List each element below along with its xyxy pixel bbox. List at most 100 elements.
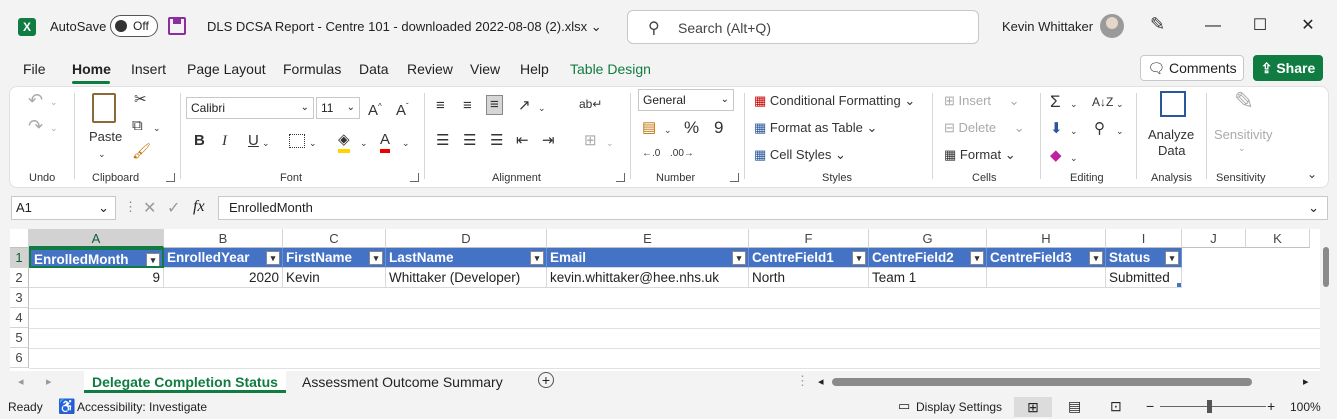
chevron-down-icon[interactable]: ⌄ — [153, 119, 161, 137]
chevron-down-icon[interactable]: ⌄ — [1070, 95, 1078, 113]
insert-function-icon[interactable]: fx — [193, 198, 205, 216]
name-box[interactable]: A1 ⌄ — [11, 196, 116, 220]
alignment-launcher-icon[interactable] — [616, 173, 625, 182]
column-header-h[interactable]: H — [987, 229, 1106, 248]
chevron-down-icon[interactable]: ⌄ — [664, 121, 672, 139]
table-header-cell[interactable]: CentreField3 ▾ — [987, 248, 1106, 268]
font-size-select[interactable]: 11 ⌄ — [316, 97, 360, 119]
share-button[interactable]: ⇪ Share — [1253, 55, 1323, 81]
clipboard-launcher-icon[interactable] — [166, 173, 175, 182]
chevron-down-icon[interactable]: ⌄ — [360, 134, 368, 152]
table-cell[interactable]: North — [749, 268, 869, 288]
display-settings-icon[interactable]: ▭ — [898, 398, 910, 414]
avatar[interactable] — [1100, 14, 1124, 38]
chevron-down-icon[interactable]: ⌄ — [402, 134, 410, 152]
chevron-down-icon[interactable]: ⌄ — [50, 93, 58, 111]
format-painter-icon[interactable]: 🖌 — [132, 143, 151, 161]
autosave-toggle[interactable]: Off — [110, 15, 158, 37]
cancel-icon[interactable]: ✕ — [143, 198, 156, 218]
horizontal-scroll-thumb[interactable] — [832, 378, 1252, 386]
paste-label[interactable]: Paste — [89, 129, 122, 144]
vertical-scrollbar[interactable] — [1321, 233, 1331, 373]
format-cells-button[interactable]: ▦ Format ⌄ — [944, 147, 1016, 163]
decrease-decimal-icon[interactable]: .00→ — [670, 145, 694, 163]
filter-dropdown-icon[interactable]: ▾ — [146, 253, 160, 266]
copy-icon[interactable]: ⧉ — [132, 117, 143, 135]
vertical-scroll-thumb[interactable] — [1323, 247, 1329, 287]
chevron-down-icon[interactable]: ⌄ — [1116, 95, 1124, 113]
orientation-icon[interactable]: ↗ — [518, 97, 531, 115]
tab-file[interactable]: File — [23, 61, 46, 77]
column-header-b[interactable]: B — [164, 229, 283, 248]
chevron-down-icon[interactable]: ⌄ — [98, 145, 106, 163]
add-sheet-icon[interactable]: + — [538, 372, 554, 388]
tab-formulas[interactable]: Formulas — [283, 61, 341, 77]
tab-data[interactable]: Data — [359, 61, 389, 77]
table-cell[interactable] — [987, 268, 1106, 288]
sort-filter-icon[interactable]: A↓Z — [1092, 93, 1113, 111]
clear-icon[interactable]: ◆ — [1050, 147, 1062, 165]
accounting-format-icon[interactable]: ▤ — [642, 119, 656, 137]
chevron-down-icon[interactable]: ⌄ — [606, 134, 614, 152]
filter-dropdown-icon[interactable]: ▾ — [266, 251, 280, 265]
accessibility-icon[interactable]: ♿ — [58, 398, 75, 415]
column-header-d[interactable]: D — [386, 229, 547, 248]
tab-help[interactable]: Help — [520, 61, 549, 77]
accessibility-status[interactable]: Accessibility: Investigate — [77, 400, 207, 414]
document-title[interactable]: DLS DCSA Report - Centre 101 - downloade… — [207, 19, 602, 35]
scroll-left-icon[interactable]: ◂ — [18, 375, 24, 388]
minimize-button[interactable]: — — [1193, 12, 1233, 40]
hscroll-right-icon[interactable]: ▸ — [1303, 375, 1309, 388]
column-header-a[interactable]: A — [29, 229, 164, 248]
tab-view[interactable]: View — [470, 61, 500, 77]
number-format-select[interactable]: General ⌄ — [638, 89, 734, 111]
table-header-cell[interactable]: Email ▾ — [547, 248, 749, 268]
chevron-down-icon[interactable]: ⌄ — [538, 99, 546, 117]
tab-page-layout[interactable]: Page Layout — [187, 61, 266, 77]
column-header-f[interactable]: F — [749, 229, 869, 248]
tab-review[interactable]: Review — [407, 61, 453, 77]
table-cell[interactable]: 9 — [29, 268, 164, 288]
delete-cells-button[interactable]: ⊟ Delete ⌄ — [944, 120, 1025, 136]
find-select-icon[interactable]: ⚲ — [1094, 120, 1105, 138]
decrease-font-size-icon[interactable]: Aˇ — [396, 98, 409, 120]
filter-dropdown-icon[interactable]: ▾ — [732, 251, 746, 265]
row-header-6[interactable]: 6 — [10, 348, 29, 368]
comments-button[interactable]: 🗨 Comments — [1140, 55, 1244, 81]
comma-style-icon[interactable]: 9 — [714, 119, 723, 137]
fill-color-icon[interactable]: ◈ — [338, 131, 350, 153]
maximize-button[interactable]: ☐ — [1240, 12, 1280, 40]
conditional-formatting-button[interactable]: ▦ Conditional Formatting ⌄ — [754, 93, 915, 109]
filter-dropdown-icon[interactable]: ▾ — [1165, 251, 1179, 265]
underline-icon[interactable]: U — [248, 132, 259, 150]
page-break-view-icon[interactable]: ⊡ — [1110, 398, 1122, 415]
search-box[interactable]: ⚲ Search (Alt+Q) — [627, 10, 979, 44]
row-header-5[interactable]: 5 — [10, 328, 29, 348]
table-header-cell[interactable]: FirstName ▾ — [283, 248, 386, 268]
paste-icon[interactable] — [92, 93, 116, 123]
user-name[interactable]: Kevin Whittaker — [1002, 19, 1093, 34]
autosum-icon[interactable]: Σ — [1050, 93, 1061, 111]
row-header-4[interactable]: 4 — [10, 308, 29, 328]
column-header-c[interactable]: C — [283, 229, 386, 248]
increase-decimal-icon[interactable]: ←.0 — [642, 145, 660, 163]
filter-dropdown-icon[interactable]: ▾ — [1089, 251, 1103, 265]
table-header-cell[interactable]: LastName ▾ — [386, 248, 547, 268]
worksheet-grid[interactable]: A B C D E F G H I J K 1 2 3 4 5 6 Enroll… — [10, 229, 1320, 371]
redo-icon[interactable]: ↷ — [28, 117, 43, 135]
table-resize-handle[interactable] — [1177, 283, 1181, 287]
filter-dropdown-icon[interactable]: ▾ — [369, 251, 383, 265]
align-left-icon[interactable]: ☰ — [436, 132, 449, 150]
select-all-corner[interactable] — [10, 229, 29, 248]
column-header-i[interactable]: I — [1106, 229, 1182, 248]
close-button[interactable]: ✕ — [1288, 12, 1328, 40]
filter-dropdown-icon[interactable]: ▾ — [970, 251, 984, 265]
sensitivity-button[interactable]: ✎ Sensitivity ⌄ — [1212, 90, 1276, 161]
zoom-out-icon[interactable]: − — [1146, 398, 1154, 414]
table-cell[interactable]: Team 1 — [869, 268, 987, 288]
align-middle-icon[interactable]: ≡ — [463, 97, 472, 115]
table-cell[interactable]: Submitted — [1106, 268, 1182, 288]
increase-font-size-icon[interactable]: A^ — [368, 98, 382, 120]
percent-icon[interactable]: % — [684, 119, 699, 137]
zoom-slider-thumb[interactable] — [1207, 400, 1212, 413]
